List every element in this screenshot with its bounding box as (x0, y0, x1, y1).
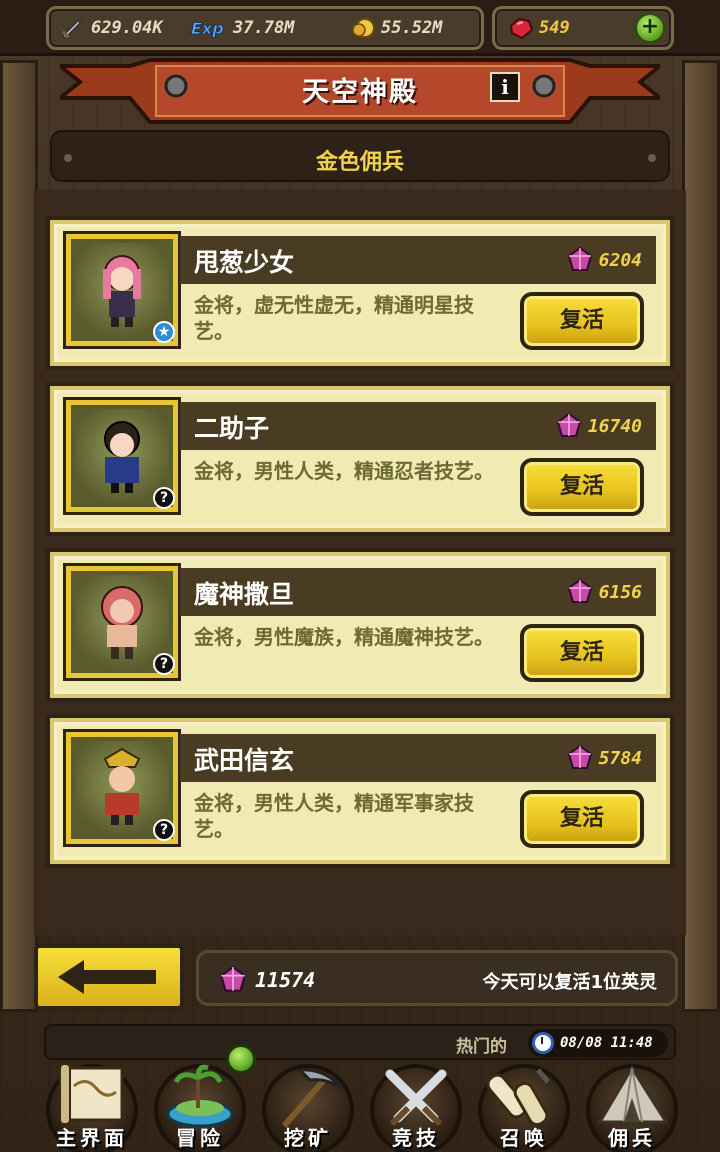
nav-adventure-label: 冒险 (176, 1126, 224, 1150)
right-dot (648, 154, 656, 162)
gem-value: 549 (539, 18, 570, 38)
nav-mining-label: 挖矿 (284, 1126, 332, 1150)
hero-cost: 6204 (567, 246, 642, 274)
purple-gem-icon (567, 578, 592, 603)
info-button[interactable]: i (490, 72, 520, 102)
hero-card: ★ 甩葱少女 6204 金将，虚无性虚无，精通明星技艺。 复活 (46, 216, 674, 370)
hero-name: 甩葱少女 (194, 248, 295, 277)
hero-card: ? 武田信玄 5784 金将，男性人类，精通军事家技艺。 复活 (46, 714, 674, 868)
hero-card: ? 魔神撒旦 6156 金将，男性魔族，精通魔神技艺。 复活 (46, 548, 674, 702)
gem-resource: 549 (507, 15, 570, 41)
hero-description: 金将，男性人类，精通忍者技艺。 (194, 459, 494, 483)
question-badge-icon: ? (153, 653, 175, 675)
star-badge-icon: ★ (153, 321, 175, 343)
hero-name: 武田信玄 (194, 746, 295, 775)
hero-cost: 6156 (567, 578, 642, 606)
title-banner: 天空神殿 i (60, 58, 660, 124)
back-button[interactable] (34, 944, 184, 1010)
revive-info-bar: 11574 今天可以复活1位英灵 (196, 950, 678, 1006)
hero-cost: 16740 (556, 412, 642, 440)
hero-cost: 5784 (567, 744, 642, 772)
revive-button[interactable]: 复活 (520, 624, 644, 682)
hero-portrait: ? (66, 732, 178, 844)
gem-balance-value: 11574 (255, 968, 316, 992)
resource-bar: 629.04K Exp 37.78M 55.52M 549 + (0, 0, 720, 56)
nav-mercenary[interactable]: 佣兵 (580, 1060, 684, 1152)
resource-panel: 629.04K Exp 37.78M 55.52M (46, 6, 484, 50)
notification-dot-icon (226, 1044, 256, 1074)
purple-gem-icon (556, 412, 581, 437)
hero-name-bar: 甩葱少女 6204 (180, 236, 656, 284)
nav-arena-label: 竞技 (392, 1126, 440, 1150)
nav-home-label: 主界面 (56, 1126, 128, 1150)
attack-value: 629.04K (91, 18, 163, 38)
hero-portrait: ? (66, 566, 178, 678)
attack-resource: 629.04K (59, 15, 163, 41)
gold-resource: 55.52M (349, 15, 442, 41)
nav-mercenary-label: 佣兵 (608, 1126, 656, 1150)
exp-value: 37.78M (233, 18, 295, 38)
nav-mining[interactable]: 挖矿 (256, 1060, 360, 1152)
revive-limit-text: 今天可以复活1位英灵 (482, 972, 657, 993)
left-frame (0, 60, 38, 1012)
revive-button[interactable]: 复活 (520, 458, 644, 516)
purple-gem-icon (219, 965, 247, 992)
nav-home[interactable]: 主界面 (40, 1060, 144, 1152)
exp-icon: Exp (191, 19, 225, 39)
bottom-nav: 主界面 冒险 挖矿 竞技 召唤 佣兵 (0, 1044, 720, 1152)
clock-icon (532, 1032, 554, 1054)
news-ticker: 热门的 08/08 11:48 (44, 1024, 676, 1060)
hero-name: 二助子 (194, 414, 270, 443)
hero-portrait: ★ (66, 234, 178, 346)
revive-button[interactable]: 复活 (520, 790, 644, 848)
revive-button[interactable]: 复活 (520, 292, 644, 350)
clock-time: 08/08 11:48 (560, 1035, 653, 1051)
svg-text:Exp: Exp (191, 19, 224, 38)
ticker-text: 热门的 (456, 1037, 507, 1057)
hero-cost-value: 5784 (598, 747, 642, 769)
hero-portrait: ? (66, 400, 178, 512)
hero-cost-value: 16740 (587, 415, 642, 437)
gem-panel: 549 + (492, 6, 674, 50)
nav-summon[interactable]: 召唤 (472, 1060, 576, 1152)
sword-icon (61, 18, 83, 40)
hero-name-bar: 魔神撒旦 6156 (180, 568, 656, 616)
purple-gem-icon (567, 246, 592, 271)
hero-name-bar: 二助子 16740 (180, 402, 656, 450)
nav-summon-label: 召唤 (500, 1126, 548, 1150)
question-badge-icon: ? (153, 819, 175, 841)
category-bar: 金色佣兵 (50, 130, 670, 182)
right-frame (682, 60, 720, 1012)
hero-name: 魔神撒旦 (194, 580, 295, 609)
gold-value: 55.52M (381, 18, 443, 38)
ruby-icon (509, 17, 534, 40)
clock: 08/08 11:48 (528, 1029, 668, 1057)
hero-list[interactable]: ★ 甩葱少女 6204 金将，虚无性虚无，精通明星技艺。 复活 ? 二助子 16… (34, 190, 686, 935)
question-badge-icon: ? (153, 487, 175, 509)
gem-balance: 11574 (219, 965, 315, 995)
hero-cost-value: 6204 (598, 249, 642, 271)
hero-name-bar: 武田信玄 5784 (180, 734, 656, 782)
page-title: 天空神殿 (302, 77, 418, 108)
hero-description: 金将，男性魔族，精通魔神技艺。 (194, 625, 494, 649)
hero-description: 金将，虚无性虚无，精通明星技艺。 (194, 293, 474, 343)
nav-adventure[interactable]: 冒险 (148, 1044, 256, 1152)
coin-icon (352, 18, 375, 38)
hero-description: 金将，男性人类，精通军事家技艺。 (194, 791, 474, 841)
nav-arena[interactable]: 竞技 (364, 1060, 468, 1152)
hero-card: ? 二助子 16740 金将，男性人类，精通忍者技艺。 复活 (46, 382, 674, 536)
hero-cost-value: 6156 (598, 581, 642, 603)
purple-gem-icon (567, 744, 592, 769)
exp-resource: Exp 37.78M (189, 15, 295, 41)
back-arrow-icon (58, 960, 156, 994)
add-gems-button[interactable]: + (635, 13, 665, 43)
category-title: 金色佣兵 (315, 150, 404, 175)
